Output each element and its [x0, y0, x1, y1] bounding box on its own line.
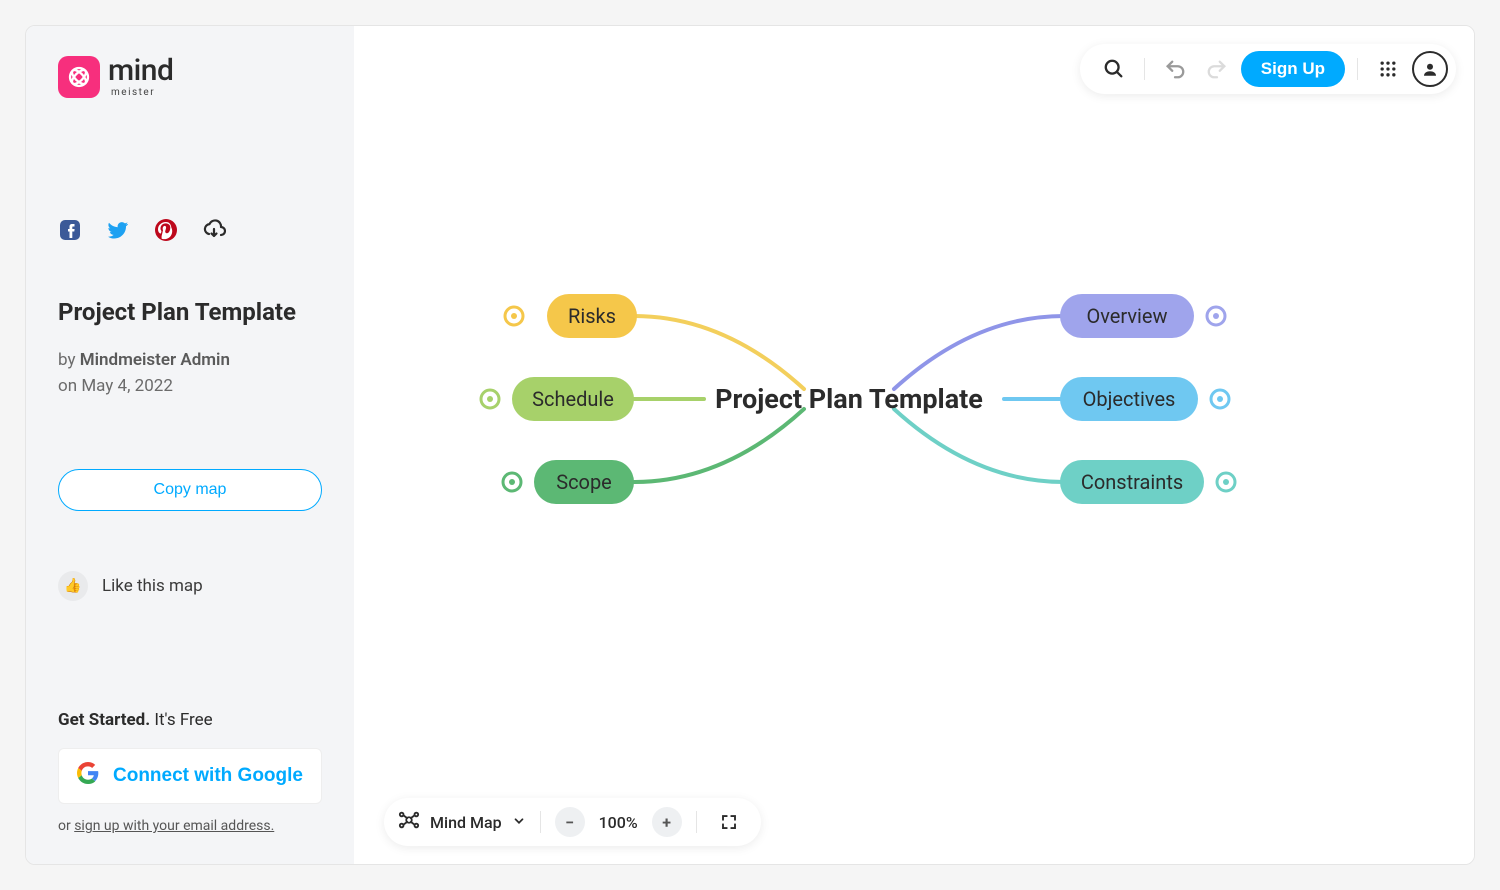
download-icon[interactable] — [202, 218, 226, 242]
chevron-down-icon[interactable] — [512, 813, 526, 832]
copy-map-button[interactable]: Copy map — [58, 469, 322, 511]
like-row: 👍 Like this map — [58, 571, 322, 601]
canvas[interactable]: Sign Up — [354, 26, 1474, 864]
zoom-value: 100% — [599, 813, 638, 832]
node-objectives[interactable]: Objectives — [1060, 377, 1198, 421]
twitter-icon[interactable] — [106, 218, 130, 242]
email-signup-link[interactable]: sign up with your email address. — [74, 818, 274, 834]
facebook-icon[interactable] — [58, 218, 82, 242]
svg-text:Constraints: Constraints — [1081, 470, 1183, 494]
logo-text-main: mind — [108, 56, 173, 86]
social-row — [58, 218, 322, 242]
google-icon — [77, 762, 99, 790]
logo-text-sub: meister — [111, 88, 173, 98]
expand-handle[interactable] — [1207, 307, 1225, 325]
map-meta: by Mindmeister Admin on May 4, 2022 — [58, 348, 322, 399]
sidebar: mind meister Project Plan Template by Mi… — [26, 26, 354, 864]
svg-text:Scope: Scope — [556, 470, 612, 494]
map-title: Project Plan Template — [58, 298, 322, 326]
node-central[interactable]: Project Plan Template — [715, 383, 983, 415]
zoom-out-button[interactable]: − — [555, 807, 585, 837]
author-name: Mindmeister Admin — [80, 350, 230, 370]
expand-handle[interactable] — [481, 390, 499, 408]
get-started-text: Get Started. It's Free — [58, 710, 322, 730]
email-signup-text: or sign up with your email address. — [58, 818, 322, 834]
map-date: May 4, 2022 — [81, 376, 173, 396]
node-overview[interactable]: Overview — [1060, 294, 1194, 338]
toolbar-bottom: Mind Map − 100% + — [384, 798, 761, 846]
like-icon[interactable]: 👍 — [58, 571, 88, 601]
svg-text:Schedule: Schedule — [532, 387, 614, 411]
node-schedule[interactable]: Schedule — [512, 377, 634, 421]
pinterest-icon[interactable] — [154, 218, 178, 242]
node-scope[interactable]: Scope — [534, 460, 634, 504]
connect-google-button[interactable]: Connect with Google — [58, 748, 322, 804]
svg-text:Risks: Risks — [568, 304, 616, 328]
svg-text:Objectives: Objectives — [1083, 387, 1176, 411]
expand-handle[interactable] — [1217, 473, 1235, 491]
fullscreen-icon[interactable] — [711, 804, 747, 840]
view-label[interactable]: Mind Map — [430, 813, 502, 832]
node-risks[interactable]: Risks — [547, 294, 637, 338]
logo-mark-icon — [58, 56, 100, 98]
svg-text:Overview: Overview — [1086, 304, 1167, 328]
expand-handle[interactable] — [1211, 390, 1229, 408]
like-label: Like this map — [102, 576, 203, 596]
zoom-in-button[interactable]: + — [652, 807, 682, 837]
layout-icon[interactable] — [398, 809, 420, 835]
logo[interactable]: mind meister — [58, 56, 322, 98]
mindmap-diagram: Project Plan Template Risks Schedule Sco… — [354, 26, 1474, 865]
expand-handle[interactable] — [505, 307, 523, 325]
expand-handle[interactable] — [503, 473, 521, 491]
node-constraints[interactable]: Constraints — [1060, 460, 1204, 504]
